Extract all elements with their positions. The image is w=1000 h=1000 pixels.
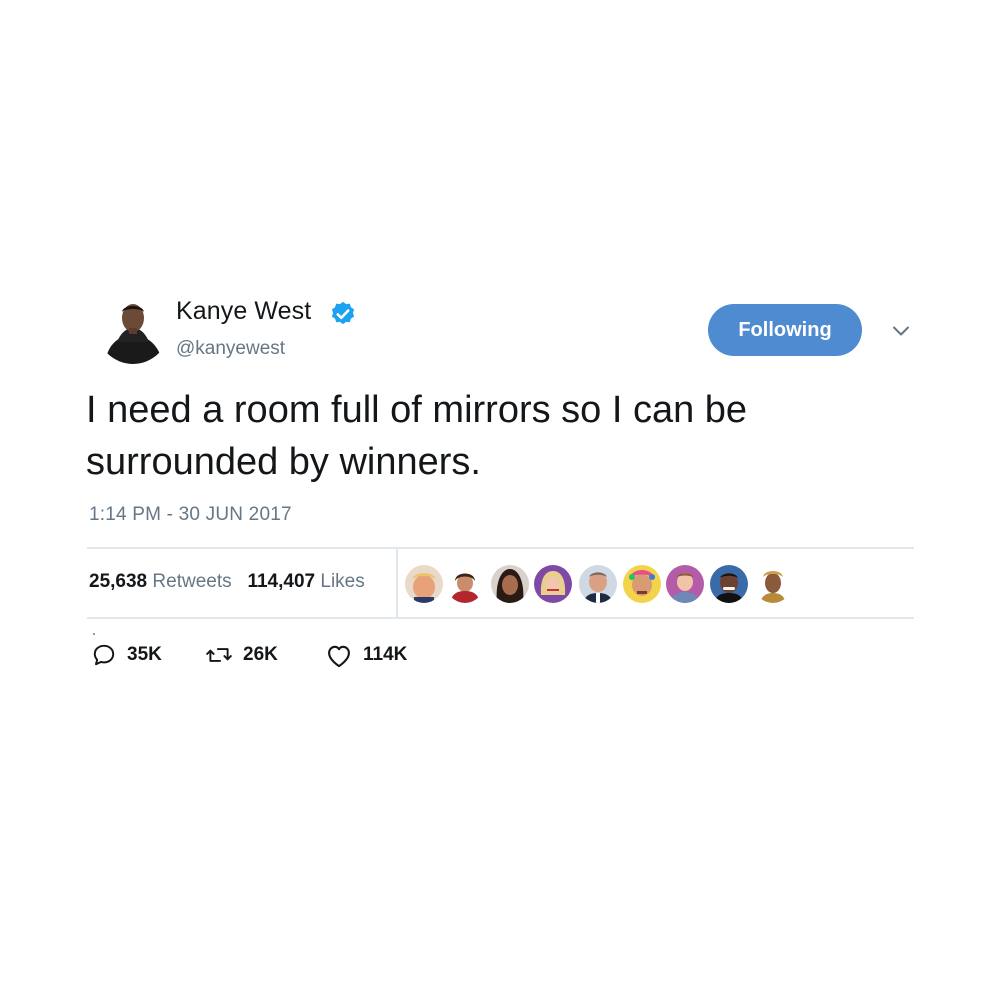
heart-icon — [328, 645, 350, 668]
avatar-5-icon — [579, 565, 617, 603]
avatar-3-icon — [491, 565, 529, 603]
like-button[interactable]: 114K — [325, 640, 407, 670]
avatar-1-icon — [405, 565, 443, 603]
retweets-label: Retweets — [152, 571, 232, 592]
reply-icon — [93, 644, 115, 666]
liker-avatar-3[interactable] — [491, 565, 529, 603]
avatar-4-icon — [534, 565, 572, 603]
reply-count: 35K — [127, 644, 162, 665]
retweets-count: 25,638 — [89, 571, 148, 592]
retweet-icon — [206, 648, 232, 662]
retweets-stat[interactable]: 25,638 Retweets — [89, 571, 237, 592]
liker-avatar-2[interactable] — [446, 565, 484, 603]
user-handle[interactable]: @kanyewest — [176, 338, 285, 360]
engagement-stats: 25,638 Retweets 114,407 Likes — [89, 571, 365, 593]
avatar-6-icon — [623, 565, 661, 603]
avatar-9-icon — [754, 565, 792, 603]
reply-button[interactable]: 35K — [91, 640, 162, 670]
retweet-count: 26K — [243, 644, 278, 665]
divider-top — [87, 547, 914, 549]
avatar-2-icon — [446, 565, 484, 603]
retweet-button[interactable]: 26K — [205, 640, 278, 670]
chevron-down-icon[interactable] — [888, 318, 914, 344]
avatar-7-icon — [666, 565, 704, 603]
verified-badge-icon — [331, 301, 355, 325]
likes-label: Likes — [320, 571, 365, 592]
liker-avatar-6[interactable] — [623, 565, 661, 603]
liker-avatar-9[interactable] — [754, 565, 792, 603]
liker-avatar-7[interactable] — [666, 565, 704, 603]
display-name[interactable]: Kanye West — [176, 297, 311, 326]
likes-stat[interactable]: 114,407 Likes — [247, 571, 364, 592]
avatar-image-icon — [97, 292, 169, 364]
liker-avatar-5[interactable] — [579, 565, 617, 603]
following-button[interactable]: Following — [708, 304, 862, 356]
like-count: 114K — [363, 644, 408, 665]
divider-bottom — [87, 617, 914, 619]
liker-avatar-4[interactable] — [534, 565, 572, 603]
separator-dot — [93, 633, 95, 635]
liker-avatar-8[interactable] — [710, 565, 748, 603]
avatar-8-icon — [710, 565, 748, 603]
likes-count: 114,407 — [247, 571, 316, 592]
user-avatar[interactable] — [97, 292, 169, 364]
stats-separator — [396, 549, 398, 617]
tweet-text: I need a room full of mirrors so I can b… — [86, 389, 748, 483]
liker-avatar-1[interactable] — [405, 565, 443, 603]
tweet-timestamp[interactable]: 1:14 PM - 30 JUN 2017 — [89, 504, 292, 526]
tweet-card: Kanye West @kanyewest Following I need a… — [0, 0, 1000, 1000]
